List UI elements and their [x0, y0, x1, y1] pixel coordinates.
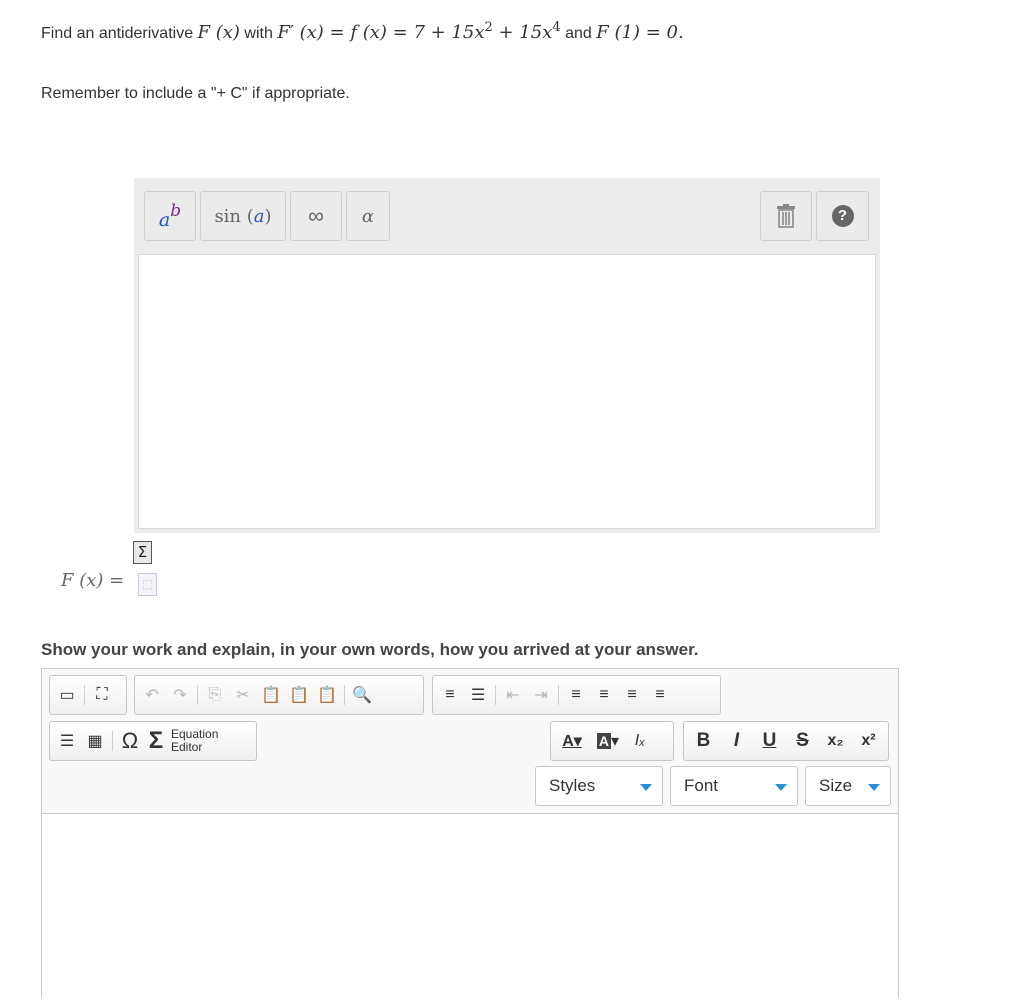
bold-button[interactable]: B [693, 730, 715, 752]
text-color-icon[interactable]: A▾ [557, 730, 587, 752]
question-condition: F (1) = 0. [596, 22, 684, 43]
alpha-button[interactable]: α [346, 191, 390, 241]
equation-input-area[interactable] [138, 254, 876, 529]
rich-text-content-area[interactable] [42, 813, 898, 1000]
align-center-icon[interactable]: ≡ [593, 684, 615, 706]
sin-function-button[interactable]: sin (a) [200, 191, 286, 241]
work-prompt: Show your work and explain, in your own … [41, 640, 699, 659]
toolbar-group-clipboard: ↶ ↷ ⎘ ✂ 📋 📋 📋 🔍 [134, 675, 424, 715]
align-justify-icon[interactable]: ≡ [649, 684, 671, 706]
source-icon[interactable]: ▭ [56, 684, 78, 706]
font-dropdown[interactable]: Font [670, 766, 798, 806]
chevron-down-icon [775, 784, 787, 791]
chevron-down-icon [868, 784, 880, 791]
equation-editor-button[interactable]: Equation Editor [171, 728, 218, 754]
question-prefix: Find an antiderivative [41, 25, 194, 42]
paste-text-icon[interactable]: 📋 [288, 684, 310, 706]
outdent-icon[interactable]: ⇤ [502, 684, 524, 706]
paste-word-icon[interactable]: 📋 [316, 684, 338, 706]
answer-label: F (x) = [61, 570, 125, 591]
question-with: with [244, 25, 273, 42]
background-color-icon[interactable]: A ▾ [593, 730, 623, 752]
toolbar-group-paragraph: ≡ ☰ ⇤ ⇥ ≡ ≡ ≡ ≡ [432, 675, 721, 715]
undo-icon[interactable]: ↶ [141, 684, 163, 706]
toolbar-group-basicstyles: B I U S x₂ x² [683, 721, 889, 761]
cut-icon[interactable]: ✂ [232, 684, 254, 706]
maximize-icon[interactable]: ⛶ [91, 684, 113, 706]
indent-icon[interactable]: ⇥ [530, 684, 552, 706]
toolbar-group-insert: ☰ ▦ Ω Σ Equation Editor [49, 721, 257, 761]
infinity-button[interactable]: ∞ [290, 191, 342, 241]
reminder-text: Remember to include a "+ C" if appropria… [41, 85, 350, 102]
bulleted-list-icon[interactable]: ☰ [467, 684, 489, 706]
superscript-button[interactable]: x² [858, 730, 880, 752]
horizontal-rule-icon[interactable]: ☰ [56, 730, 78, 752]
answer-input-placeholder[interactable]: ⬚ [138, 573, 157, 596]
strikethrough-button[interactable]: S [792, 730, 814, 752]
trash-button[interactable] [760, 191, 812, 241]
align-left-icon[interactable]: ≡ [565, 684, 587, 706]
power-button[interactable]: ab [144, 191, 196, 241]
remove-format-icon[interactable]: Iₓ [629, 730, 651, 752]
toolbar-group-view: ▭ ⛶ [49, 675, 127, 715]
sigma-icon[interactable]: Σ [147, 727, 165, 754]
rich-text-editor [41, 668, 899, 1000]
equation-editor: ab sin (a) ∞ α ? [134, 178, 880, 533]
paste-icon[interactable]: 📋 [260, 684, 282, 706]
copy-icon[interactable]: ⎘ [204, 684, 226, 706]
question-and: and [565, 25, 592, 42]
italic-button[interactable]: I [726, 730, 748, 752]
chevron-down-icon [640, 784, 652, 791]
subscript-button[interactable]: x₂ [825, 730, 847, 752]
question-derivative: F′ (x) = f (x) = 7 + 15x2 + 15x4 [277, 20, 561, 43]
underline-button[interactable]: U [759, 730, 781, 752]
styles-dropdown[interactable]: Styles [535, 766, 663, 806]
align-right-icon[interactable]: ≡ [621, 684, 643, 706]
find-icon[interactable]: 🔍 [351, 684, 373, 706]
question-text: Find an antiderivative F (x) with F′ (x)… [41, 20, 684, 43]
equation-sigma-icon[interactable]: Σ [133, 541, 152, 564]
size-dropdown[interactable]: Size [805, 766, 891, 806]
table-icon[interactable]: ▦ [84, 730, 106, 752]
redo-icon[interactable]: ↷ [169, 684, 191, 706]
question-F-of-x: F (x) [197, 22, 240, 43]
trash-icon [777, 204, 795, 228]
help-icon: ? [831, 205, 854, 227]
help-button[interactable]: ? [816, 191, 869, 241]
omega-special-char-icon[interactable]: Ω [119, 728, 141, 753]
numbered-list-icon[interactable]: ≡ [439, 684, 461, 706]
toolbar-group-colors: A▾ A ▾ Iₓ [550, 721, 674, 761]
